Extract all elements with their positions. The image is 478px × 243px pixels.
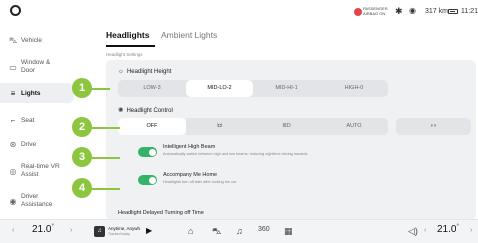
active-tab-indicator	[106, 45, 155, 47]
sidebar-item-window-door[interactable]: ▭ Window & Door	[0, 54, 88, 80]
steering-icon: ⊛	[9, 140, 17, 149]
headlight-control-label: Headlight Control	[126, 108, 173, 114]
home-icon[interactable]: ⌂	[188, 226, 193, 236]
seat-icon: ⌐	[10, 116, 16, 125]
bottom-dock: ‹ 21.0° › ♫ Anytime, Anywh Tracked today…	[0, 219, 478, 243]
control-option-auto[interactable]: AUTO	[320, 118, 388, 135]
battery-icon	[448, 9, 458, 14]
sidebar-item-label: Window & Door	[21, 59, 51, 74]
headlight-height-selector: LOW-3 MID-LO-2 MID-HI-1 HIGH-0	[118, 80, 388, 97]
temp-left-value: 21.0	[32, 224, 52, 235]
sidebar-item-lights[interactable]: ≡ Lights	[0, 83, 74, 103]
temp-left-increase-icon[interactable]: ›	[70, 227, 72, 234]
headlight-control-title: ✺ Headlight Control	[118, 106, 173, 114]
status-bar: PASSENGER AIRBAG ON ✱ ◉ 317 km 11:21	[0, 0, 478, 26]
sidebar-item-label: Drive	[21, 141, 37, 148]
low-beam-icon: ≣D	[282, 123, 291, 129]
volume-icon[interactable]: ◁)	[408, 226, 418, 237]
bluetooth-icon[interactable]: ✱	[395, 6, 403, 17]
sidebar-item-label: Real-time VR Assist	[21, 163, 60, 178]
sun-icon: ✺	[118, 107, 124, 114]
sidebar-item-vehicle[interactable]: ⛍ Vehicle	[0, 30, 88, 50]
fog-light-icon: ◖◗	[430, 123, 437, 129]
lights-icon: ≡	[10, 89, 16, 98]
temp-left[interactable]: 21.0°	[32, 224, 54, 235]
music-subtitle: Tracked today	[108, 232, 131, 236]
accompany-me-home-desc: Headlights turn off later after locking …	[163, 180, 237, 184]
headlight-height-label: Headlight Height	[126, 69, 172, 75]
temp-left-decrease-icon[interactable]: ‹	[12, 227, 14, 234]
assist-icon: ◉	[9, 197, 17, 206]
callout-badge-3: 3	[72, 147, 92, 167]
sidebar-item-label: Driver Assistance	[21, 193, 53, 208]
callout-badge-1: 1	[72, 78, 92, 98]
temp-right-decrease-icon[interactable]: ‹	[424, 227, 426, 234]
temp-right[interactable]: 21.0°	[437, 224, 459, 235]
parking-lights-icon: ⦚◘⦚	[216, 123, 223, 129]
play-icon[interactable]: ▶	[146, 226, 152, 235]
height-option-mid-lo-2[interactable]: MID-LO-2	[186, 80, 253, 97]
clock: 11:21	[461, 8, 478, 15]
music-player[interactable]: ♫ Anytime, Anywh Tracked today ▶	[94, 225, 164, 239]
apps-grid-icon[interactable]: ▦	[284, 226, 293, 237]
tab-ambient-lights[interactable]: Ambient Lights	[161, 30, 217, 40]
window-icon: ▭	[9, 63, 17, 72]
height-option-mid-hi-1[interactable]: MID-HI-1	[253, 80, 320, 97]
callout-badge-4: 4	[72, 178, 92, 198]
tab-headlights[interactable]: Headlights	[106, 30, 149, 40]
car-icon[interactable]: ⛍	[212, 226, 221, 238]
callout-badge-2: 2	[72, 117, 92, 137]
sidebar-item-label: Lights	[21, 90, 41, 97]
airbag-line-2: AIRBAG ON	[363, 10, 386, 16]
control-option-low-beam[interactable]: ≣D	[253, 118, 320, 135]
headlight-height-icon: ☼	[118, 68, 124, 75]
height-option-low-3[interactable]: LOW-3	[118, 80, 186, 97]
camera-360-icon[interactable]: 360	[258, 226, 270, 233]
height-option-high-0[interactable]: HIGH-0	[320, 80, 388, 97]
delayed-off-title: Headlight Delayed Turning off Time	[118, 210, 204, 216]
car-icon: ⛍	[8, 36, 18, 45]
sidebar-item-label: Vehicle	[21, 37, 42, 44]
music-icon[interactable]: ♫	[236, 226, 243, 236]
wifi-icon[interactable]: ◉	[409, 6, 416, 15]
headlight-settings-panel: ☼ Headlight Height LOW-3 MID-LO-2 MID-HI-…	[106, 60, 476, 220]
accompany-me-home-toggle[interactable]	[138, 175, 157, 185]
section-subhead: Headlight Settings	[106, 52, 143, 57]
temp-right-value: 21.0	[437, 224, 457, 235]
intelligent-high-beam-desc: Automatically switch between high and lo…	[163, 152, 308, 156]
vr-icon: ◎	[9, 167, 17, 176]
fog-light-button[interactable]: ◖◗	[396, 118, 471, 135]
airbag-status: PASSENGER AIRBAG ON	[363, 6, 388, 16]
lights-settings-screen: PASSENGER AIRBAG ON ✱ ◉ 317 km 11:21 ⛍ V…	[0, 0, 478, 243]
control-option-off[interactable]: OFF	[118, 118, 186, 135]
music-note-icon: ♫	[94, 226, 105, 237]
accompany-me-home-title: Accompany Me Home	[163, 172, 218, 178]
intelligent-high-beam-title: Intelligent High Beam	[163, 144, 216, 150]
main-content: Headlights Ambient Lights Headlight Sett…	[88, 26, 478, 220]
music-title: Anytime, Anywh	[108, 226, 141, 231]
brand-logo	[10, 5, 21, 16]
range-readout: 317 km	[425, 8, 448, 15]
control-option-parking-lights[interactable]: ⦚◘⦚	[186, 118, 253, 135]
headlight-control-selector: OFF ⦚◘⦚ ≣D AUTO ◖◗	[118, 118, 471, 135]
sidebar-item-label: Seat	[21, 117, 35, 124]
airbag-icon	[354, 8, 362, 16]
temp-right-increase-icon[interactable]: ›	[470, 227, 472, 234]
intelligent-high-beam-toggle[interactable]	[138, 147, 157, 157]
headlight-height-title: ☼ Headlight Height	[118, 68, 171, 75]
